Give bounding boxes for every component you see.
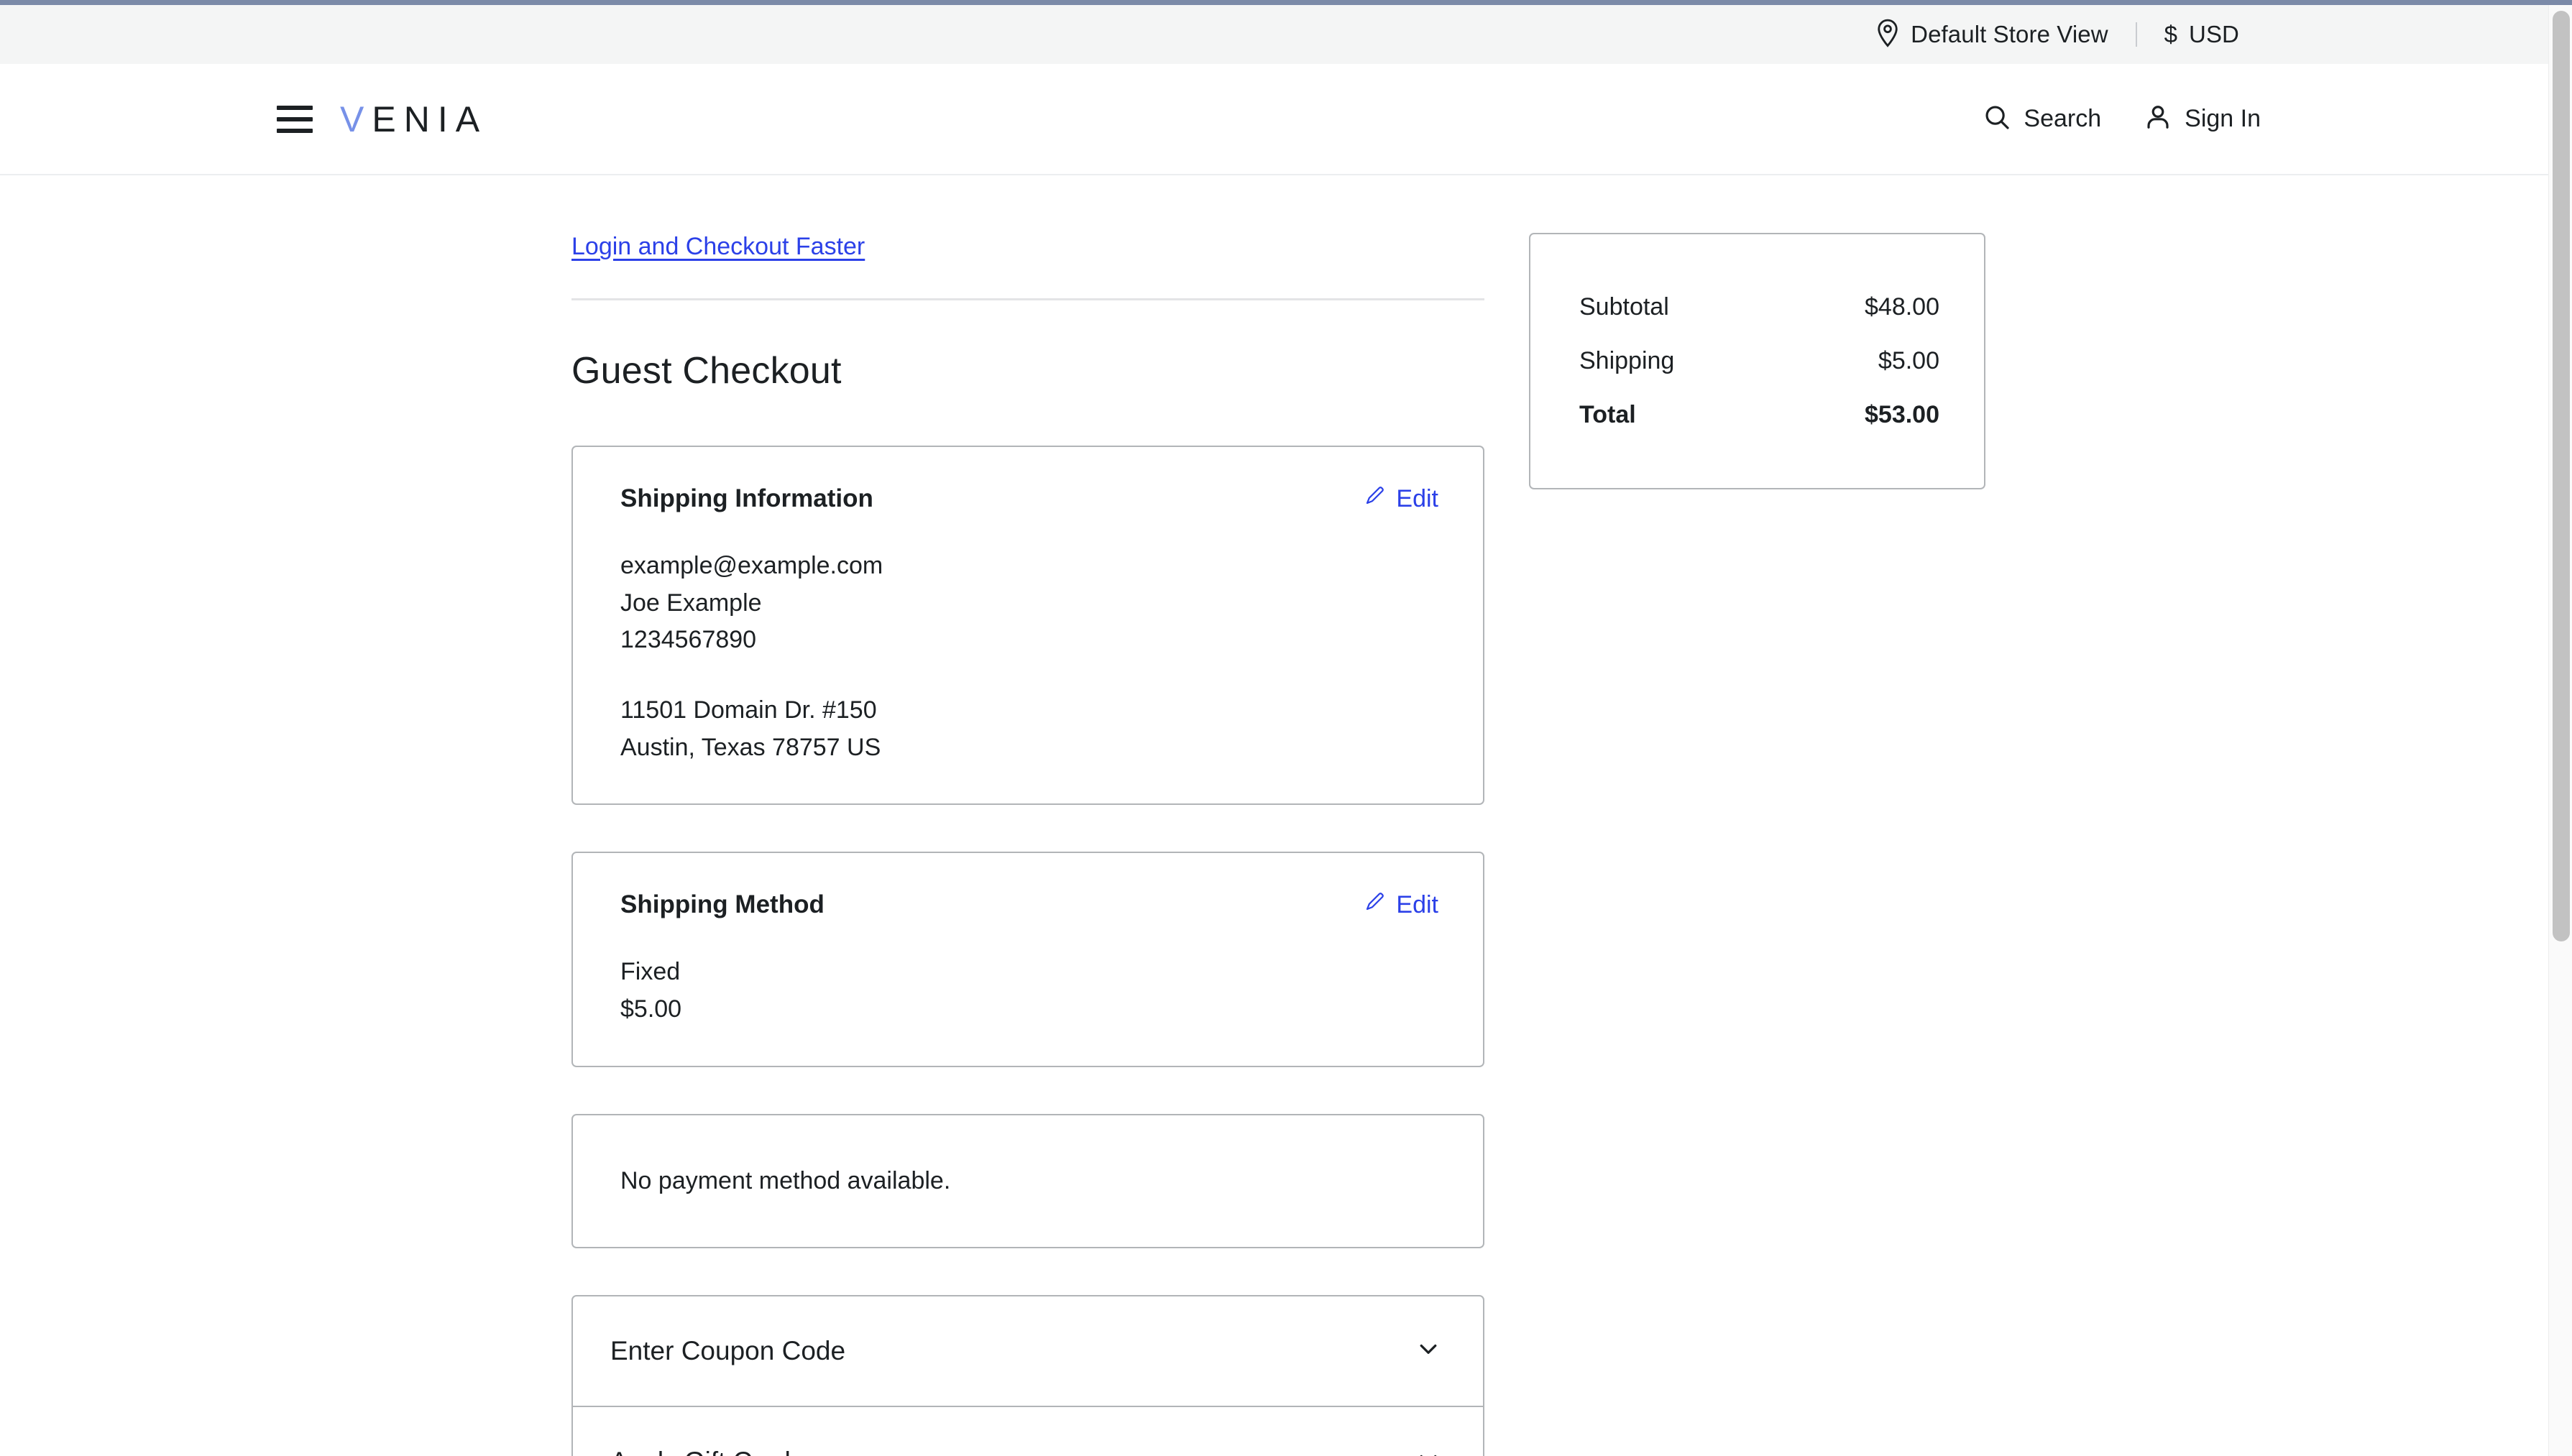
edit-shipping-method-button[interactable]: Edit <box>1364 891 1438 919</box>
summary-total-label: Total <box>1579 401 1636 428</box>
summary-shipping-label: Shipping <box>1579 347 1675 374</box>
shipping-method-details: Fixed $5.00 <box>620 954 1438 1028</box>
user-icon <box>2144 103 2172 134</box>
edit-shipping-information-label: Edit <box>1396 484 1438 512</box>
main-content: Login and Checkout Faster Guest Checkout… <box>0 175 2572 1456</box>
shipping-method-header: Shipping Method Edit <box>620 890 1438 919</box>
shipping-city-state-zip: Austin, Texas 78757 US <box>620 733 881 761</box>
shipping-information-title: Shipping Information <box>620 484 873 512</box>
section-divider <box>571 298 1484 300</box>
shipping-address-block: 11501 Domain Dr. #150 Austin, Texas 7875… <box>620 692 1438 766</box>
summary-row-subtotal: Subtotal $48.00 <box>1579 293 1939 321</box>
gift-card-label: Apply Gift Card <box>610 1447 791 1456</box>
shipping-contact-block: example@example.com Joe Example 12345678… <box>620 548 1438 659</box>
site-header: VENIA Search Sign In <box>0 64 2548 175</box>
currency-code-label: USD <box>2189 21 2239 47</box>
shipping-email: example@example.com <box>620 552 883 579</box>
shipping-information-card: Shipping Information Edit example@exampl… <box>571 446 1484 806</box>
page-title: Guest Checkout <box>571 350 842 392</box>
shipping-information-header: Shipping Information Edit <box>620 484 1438 513</box>
search-button[interactable]: Search <box>1983 103 2101 134</box>
edit-shipping-method-label: Edit <box>1396 890 1438 918</box>
coupon-code-toggle[interactable]: Enter Coupon Code <box>573 1296 1483 1406</box>
venia-logo[interactable]: VENIA <box>340 98 487 140</box>
payment-method-card: No payment method available. <box>571 1113 1484 1248</box>
shipping-method-card: Shipping Method Edit Fixed $5.00 <box>571 852 1484 1067</box>
pencil-icon <box>1364 891 1385 919</box>
shipping-name: Joe Example <box>620 589 762 617</box>
search-label: Search <box>2024 105 2102 132</box>
logo-rest: ENIA <box>372 98 488 139</box>
sign-in-label: Sign In <box>2185 105 2261 132</box>
checkout-layout: Login and Checkout Faster Guest Checkout… <box>571 233 1985 1456</box>
shipping-method-title: Shipping Method <box>620 890 825 919</box>
checkout-column: Login and Checkout Faster Guest Checkout… <box>571 233 1484 1456</box>
shipping-method-name: Fixed <box>620 958 681 986</box>
shipping-method-price: $5.00 <box>620 995 682 1023</box>
sign-in-button[interactable]: Sign In <box>2144 103 2261 134</box>
summary-subtotal-value: $48.00 <box>1865 293 1939 321</box>
hamburger-menu-icon[interactable] <box>277 105 313 133</box>
map-pin-icon <box>1876 19 1899 51</box>
payment-method-message: No payment method available. <box>620 1166 951 1194</box>
page-scroll-region: Default Store View $ USD VENIA Search Si… <box>0 5 2572 1456</box>
gift-card-toggle[interactable]: Apply Gift Card <box>573 1407 1483 1456</box>
pencil-icon <box>1364 485 1385 513</box>
browser-viewport-edge <box>0 0 2572 5</box>
order-summary-column: Subtotal $48.00 Shipping $5.00 Total $53… <box>1529 233 1985 489</box>
coupon-code-label: Enter Coupon Code <box>610 1335 846 1365</box>
logo-first-letter: V <box>340 98 372 139</box>
gift-card-section: Apply Gift Card <box>573 1405 1483 1456</box>
summary-row-shipping: Shipping $5.00 <box>1579 347 1939 375</box>
header-left-group: VENIA <box>277 98 487 140</box>
edit-shipping-information-button[interactable]: Edit <box>1364 485 1438 513</box>
shipping-street: 11501 Domain Dr. #150 <box>620 696 877 724</box>
checkout-accordion: Enter Coupon Code Apply Gift Card <box>571 1294 1484 1456</box>
store-view-label: Default Store View <box>1911 21 2108 47</box>
store-view-switcher[interactable]: Default Store View <box>1876 19 2108 51</box>
chevron-down-icon <box>1415 1447 1441 1456</box>
order-summary-card: Subtotal $48.00 Shipping $5.00 Total $53… <box>1529 233 1985 489</box>
login-and-checkout-faster-link[interactable]: Login and Checkout Faster <box>571 233 865 261</box>
currency-switcher[interactable]: $ USD <box>2164 21 2239 48</box>
search-icon <box>1983 103 2011 134</box>
header-right-group: Search Sign In <box>1983 103 2261 134</box>
summary-row-total: Total $53.00 <box>1579 401 1939 429</box>
chevron-down-icon <box>1415 1336 1441 1365</box>
topbar-divider <box>2135 22 2137 47</box>
shipping-phone: 1234567890 <box>620 626 757 654</box>
summary-total-value: $53.00 <box>1865 401 1939 428</box>
summary-shipping-value: $5.00 <box>1878 347 1939 374</box>
coupon-code-section: Enter Coupon Code <box>573 1296 1483 1406</box>
page-scrollbar[interactable] <box>2548 5 2572 1456</box>
page-scrollbar-thumb[interactable] <box>2553 11 2570 941</box>
store-switcher-bar: Default Store View $ USD <box>0 5 2548 64</box>
currency-symbol: $ <box>2164 21 2178 47</box>
summary-subtotal-label: Subtotal <box>1579 293 1669 321</box>
